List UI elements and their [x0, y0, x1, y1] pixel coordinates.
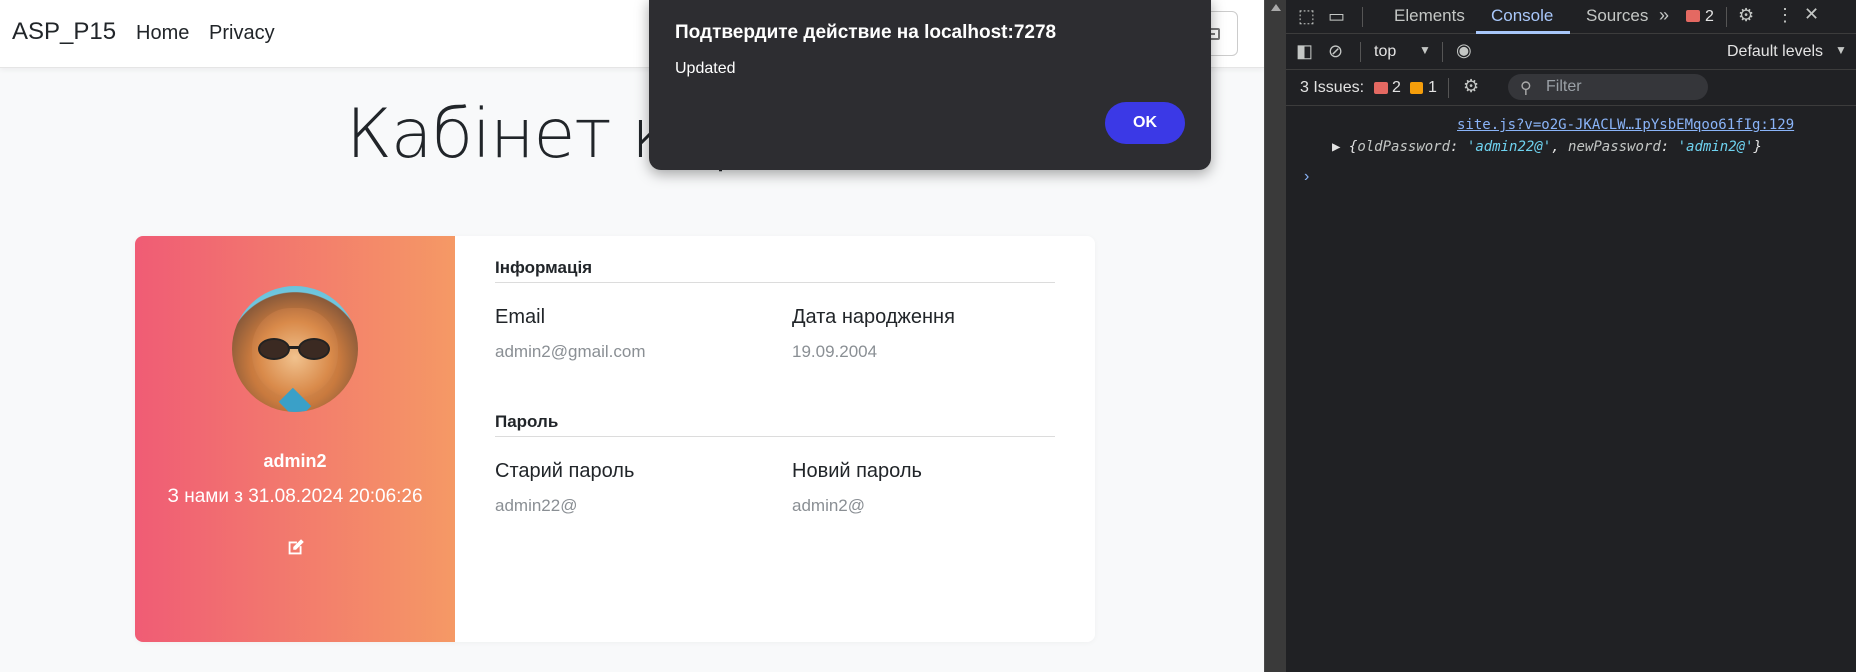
brand-logo[interactable]: ASP_P15	[12, 18, 116, 46]
web-page: ASP_P15 Home Privacy Кабінет кор admin2 …	[0, 0, 1264, 672]
email-value: admin2@gmail.com	[495, 342, 646, 361]
error-badge-icon	[1686, 10, 1700, 22]
issues-warning-icon	[1410, 82, 1423, 94]
profile-details: Інформація Email admin2@gmail.com Дата н…	[455, 236, 1095, 642]
profile-card: admin2 З нами з 31.08.2024 20:06:26 Інфо…	[135, 236, 1095, 642]
avatar-sunglasses-left	[258, 338, 290, 360]
avatar-sunglasses-right	[298, 338, 330, 360]
tab-console[interactable]: Console	[1491, 6, 1553, 26]
issues-bar: 3 Issues: 2 1 ⚙	[1286, 70, 1856, 106]
section-title-password: Пароль	[495, 412, 559, 431]
more-tabs-icon[interactable]: »	[1659, 6, 1669, 24]
toolbar-separator	[1362, 7, 1363, 27]
clear-console-icon[interactable]: ⊘	[1328, 42, 1343, 60]
console-prompt-icon[interactable]: ›	[1304, 168, 1309, 186]
dialog-title: Подтвердите действие на localhost:7278	[675, 22, 1057, 43]
scroll-up-arrow-icon[interactable]	[1271, 4, 1281, 11]
toolbar-separator	[1442, 42, 1443, 62]
devtools-splitter[interactable]	[1264, 0, 1286, 672]
console-log-object[interactable]: ▶ {oldPassword: 'admin22@', newPassword:…	[1332, 139, 1762, 155]
chevron-down-icon: ▼	[1419, 43, 1431, 57]
issues-label[interactable]: 3 Issues:	[1300, 79, 1364, 97]
obj-value-new: 'admin2@'	[1677, 139, 1754, 155]
eye-icon[interactable]: ◉	[1456, 41, 1472, 59]
device-toolbar-icon[interactable]: ▭	[1328, 7, 1345, 25]
toolbar-separator	[1448, 78, 1449, 98]
console-settings-gear-icon[interactable]: ⚙	[1463, 77, 1479, 95]
email-label: Email	[495, 306, 546, 328]
devtools-panel: ⬚ ▭ Elements Console Sources » 2 ⚙ ⋮ ✕ ◧…	[1286, 0, 1856, 672]
console-toolbar: ◧ ⊘ top ▼ ◉ ⚲ Filter Default levels ▼	[1286, 34, 1856, 100]
inspect-element-icon[interactable]: ⬚	[1298, 7, 1315, 25]
birthdate-value: 19.09.2004	[792, 342, 878, 361]
nav-link-home[interactable]: Home	[136, 22, 189, 45]
error-count[interactable]: 2	[1705, 8, 1714, 26]
birthdate-label: Дата народження	[792, 306, 955, 328]
devtools-main-toolbar: ⬚ ▭ Elements Console Sources » 2 ⚙ ⋮ ✕	[1286, 0, 1856, 34]
sidebar-toggle-icon[interactable]: ◧	[1296, 42, 1313, 60]
issues-warning-count[interactable]: 1	[1428, 79, 1437, 97]
section-title-info: Інформація	[495, 258, 593, 277]
profile-sidebar: admin2 З нами з 31.08.2024 20:06:26	[135, 236, 455, 642]
obj-key-old: oldPassword	[1357, 139, 1451, 155]
more-options-icon[interactable]: ⋮	[1776, 6, 1794, 24]
dialog-ok-button[interactable]: OK	[1105, 102, 1185, 144]
old-password-value: admin22@	[495, 496, 578, 515]
expand-triangle-icon[interactable]: ▶	[1332, 139, 1340, 155]
profile-member-since: З нами з 31.08.2024 20:06:26	[167, 486, 423, 507]
dialog-message: Updated	[675, 60, 736, 77]
issues-error-icon	[1374, 82, 1388, 94]
edit-icon[interactable]	[285, 536, 307, 558]
issues-error-count[interactable]: 2	[1392, 79, 1401, 97]
settings-gear-icon[interactable]: ⚙	[1738, 6, 1754, 24]
new-password-label: Новий пароль	[792, 460, 922, 482]
obj-key-new: newPassword	[1568, 139, 1661, 155]
alert-dialog: Подтвердите действие на localhost:7278 U…	[649, 0, 1211, 170]
obj-value-old: 'admin22@'	[1466, 139, 1552, 155]
tab-elements[interactable]: Elements	[1394, 6, 1465, 26]
tab-sources[interactable]: Sources	[1586, 6, 1648, 26]
log-levels-dropdown[interactable]: Default levels	[1727, 43, 1823, 61]
console-source-link[interactable]: site.js?v=o2G-JKACLW…IpYsbEMqoo61fIg:129	[1457, 117, 1794, 133]
nav-link-privacy[interactable]: Privacy	[209, 22, 275, 45]
chevron-down-icon: ▼	[1835, 43, 1847, 57]
toolbar-separator	[1726, 7, 1727, 27]
close-icon[interactable]: ✕	[1804, 5, 1819, 23]
section-divider	[495, 282, 1055, 283]
context-selector[interactable]: top	[1374, 43, 1396, 61]
old-password-label: Старий пароль	[495, 460, 635, 482]
profile-username: admin2	[263, 451, 327, 471]
new-password-value: admin2@	[792, 496, 866, 515]
avatar-sunglasses-bridge	[289, 346, 299, 349]
avatar	[232, 286, 358, 412]
toolbar-separator	[1360, 42, 1361, 62]
section-divider	[495, 436, 1055, 437]
